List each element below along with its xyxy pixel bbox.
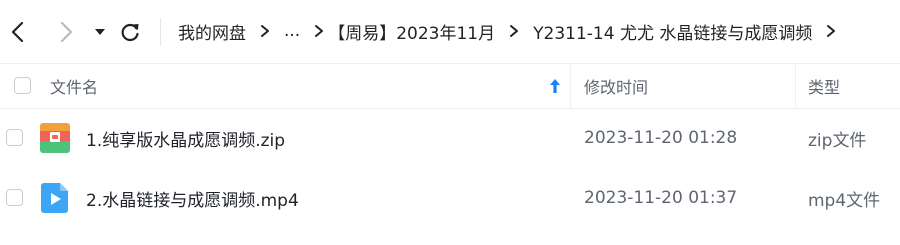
toolbar: 我的网盘 ... 【周易】2023年11月 Y2311-14 尤尤 水晶链接与成… xyxy=(0,0,900,62)
file-type: mp4文件 xyxy=(808,190,881,211)
chevron-right-icon xyxy=(260,24,270,38)
refresh-button[interactable] xyxy=(116,18,144,46)
file-name[interactable]: 1.纯享版水晶成愿调频.zip xyxy=(86,109,285,167)
table-header: 文件名 修改时间 类型 xyxy=(0,63,900,109)
back-button[interactable] xyxy=(4,18,32,46)
toolbar-divider xyxy=(160,18,161,46)
breadcrumb-item-month-folder[interactable]: 【周易】2023年11月 xyxy=(328,19,495,44)
breadcrumb-item-current-folder[interactable]: Y2311-14 尤尤 水晶链接与成愿调频 xyxy=(533,19,812,44)
select-all-checkbox[interactable] xyxy=(14,77,31,94)
column-divider[interactable] xyxy=(570,64,571,108)
chevron-right-icon xyxy=(509,24,519,38)
forward-button[interactable] xyxy=(52,18,80,46)
column-divider[interactable] xyxy=(795,64,796,108)
file-modified-time: 2023-11-20 01:37 xyxy=(584,188,738,208)
chevron-right-icon xyxy=(826,24,836,38)
breadcrumb: 我的网盘 ... 【周易】2023年11月 Y2311-14 尤尤 水晶链接与成… xyxy=(178,0,850,62)
caret-down-icon xyxy=(95,29,105,35)
chevron-right-icon xyxy=(314,24,324,38)
column-header-modified[interactable]: 修改时间 xyxy=(584,64,648,108)
row-checkbox[interactable] xyxy=(6,189,23,206)
table-row[interactable]: 2.水晶链接与成愿调频.mp4 2023-11-20 01:37 mp4文件 xyxy=(0,169,900,227)
table-row[interactable]: 1.纯享版水晶成愿调频.zip 2023-11-20 01:28 zip文件 xyxy=(0,109,900,167)
row-checkbox[interactable] xyxy=(6,129,23,146)
breadcrumb-item-ellipsis[interactable]: ... xyxy=(284,21,300,41)
file-type: zip文件 xyxy=(808,130,867,151)
zip-archive-icon xyxy=(40,123,70,153)
chevron-left-icon xyxy=(11,21,24,43)
history-dropdown-button[interactable] xyxy=(86,18,114,46)
chevron-right-icon xyxy=(60,21,73,43)
refresh-icon xyxy=(121,23,139,42)
file-modified-time: 2023-11-20 01:28 xyxy=(584,128,738,148)
column-header-type[interactable]: 类型 xyxy=(808,64,840,108)
arrow-up-icon[interactable] xyxy=(548,77,562,95)
file-name[interactable]: 2.水晶链接与成愿调频.mp4 xyxy=(86,169,299,227)
column-header-name[interactable]: 文件名 xyxy=(50,64,98,108)
video-file-icon xyxy=(41,183,68,213)
breadcrumb-item-root[interactable]: 我的网盘 xyxy=(178,19,246,44)
